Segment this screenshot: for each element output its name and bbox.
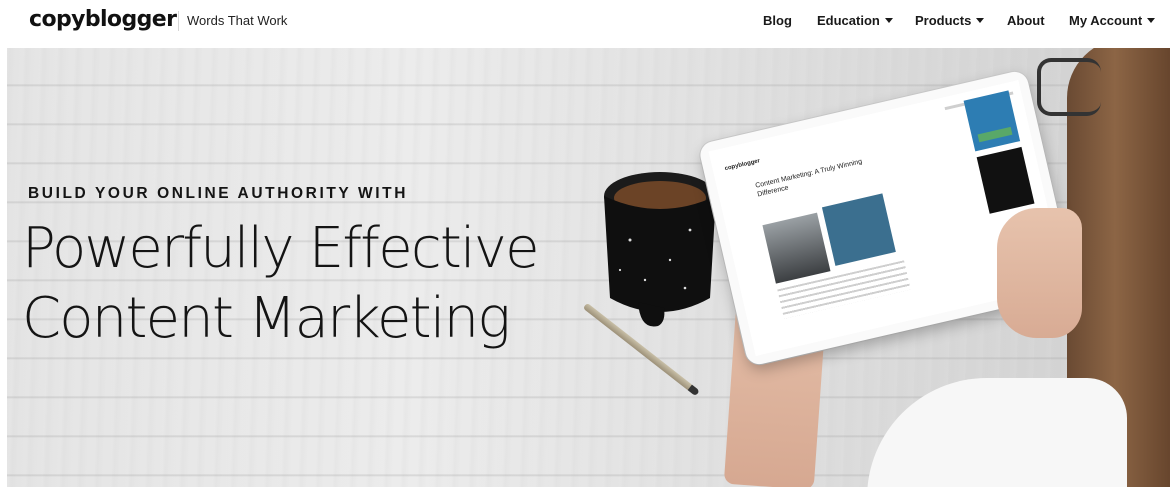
tablet-signup-box bbox=[963, 90, 1021, 152]
nav-label: Blog bbox=[763, 13, 792, 28]
nav-item-about[interactable]: About bbox=[1007, 13, 1045, 28]
tablet-sidebar-promo bbox=[976, 146, 1035, 214]
chevron-down-icon bbox=[884, 18, 893, 23]
chevron-down-icon bbox=[976, 18, 985, 23]
chevron-down-icon bbox=[1147, 18, 1156, 23]
hero-banner: copyblogger Content Marketing: A Truly W… bbox=[7, 48, 1170, 487]
hero-headline-line1: Powerfully Effective bbox=[22, 216, 540, 281]
nav-item-my-account[interactable]: My Account bbox=[1069, 13, 1156, 28]
hero-headline: Powerfully Effective Content Marketing bbox=[22, 214, 582, 354]
person-shirt bbox=[867, 378, 1127, 487]
nav-item-blog[interactable]: Blog bbox=[763, 13, 792, 28]
coffee-mug-image bbox=[604, 172, 716, 327]
hero-headline-line2: Content Marketing bbox=[22, 286, 511, 351]
tablet-graphic bbox=[821, 193, 896, 266]
tablet-logo: copyblogger bbox=[724, 158, 761, 173]
tablet-article-title: Content Marketing: A Truly Winning Diffe… bbox=[754, 158, 863, 199]
pen-tip bbox=[687, 384, 700, 397]
site-logo[interactable]: copyblogger bbox=[29, 7, 177, 32]
nav-item-products[interactable]: Products bbox=[915, 13, 985, 28]
hero-eyebrow: BUILD YOUR ONLINE AUTHORITY WITH bbox=[28, 185, 408, 202]
nav-label: My Account bbox=[1069, 13, 1143, 28]
glasses-image bbox=[1037, 58, 1101, 116]
nav-label: About bbox=[1007, 13, 1045, 28]
nav-item-education[interactable]: Education bbox=[817, 13, 893, 28]
nav-label: Products bbox=[915, 13, 972, 28]
site-header: copyblogger Words That Work Blog Educati… bbox=[0, 0, 1170, 44]
right-hand-image bbox=[997, 208, 1082, 338]
nav-label: Education bbox=[817, 13, 880, 28]
site-tagline: Words That Work bbox=[187, 13, 288, 28]
logo-divider bbox=[178, 11, 179, 31]
tablet-photo bbox=[762, 212, 831, 284]
